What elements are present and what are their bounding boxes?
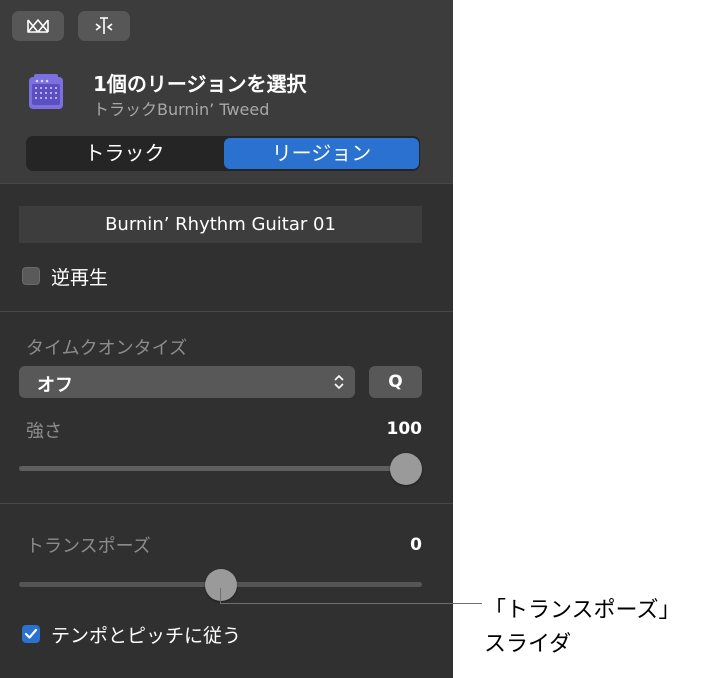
quantize-q-button[interactable]: Q: [369, 366, 422, 398]
inspector-header: 1個のリージョンを選択 トラックBurnin’ Tweed トラック リージョン: [0, 0, 453, 183]
inspector-tabs: トラック リージョン: [26, 136, 420, 171]
strength-slider[interactable]: [19, 466, 422, 471]
strength-slider-fill: [19, 466, 406, 471]
region-inspector-panel: 1個のリージョンを選択 トラックBurnin’ Tweed トラック リージョン…: [0, 0, 453, 678]
transpose-label: トランスポーズ: [26, 536, 151, 557]
strength-slider-knob[interactable]: [390, 452, 422, 485]
tab-region[interactable]: リージョン: [224, 138, 419, 169]
time-quantize-label: タイムクオンタイズ: [26, 338, 188, 359]
reverse-label: 逆再生: [51, 267, 109, 289]
reverse-checkbox[interactable]: [22, 267, 40, 285]
selection-title: 1個のリージョンを選択: [93, 72, 307, 96]
smart-tempo-button[interactable]: [78, 11, 130, 41]
checkmark-icon: [24, 628, 38, 639]
region-name-field[interactable]: Burnin’ Rhythm Guitar 01: [19, 206, 422, 243]
header-divider: [0, 183, 453, 184]
guitar-amp-icon: [29, 74, 63, 109]
tab-track[interactable]: トラック: [26, 136, 223, 171]
callout-line-1: 「トランスポーズ」: [484, 598, 681, 623]
up-down-chevron-icon: [334, 374, 344, 390]
follow-tempo-label: テンポとピッチに従う: [51, 625, 242, 647]
callout-leader-vertical: [220, 588, 221, 604]
quantize-value: オフ: [37, 375, 73, 396]
section-divider-2: [0, 503, 453, 504]
track-subtitle: トラックBurnin’ Tweed: [93, 100, 270, 119]
section-divider-1: [0, 311, 453, 312]
loop-browser-icon: [27, 19, 49, 33]
loop-browser-button[interactable]: [12, 11, 64, 41]
callout-line-2: スライダ: [484, 632, 572, 657]
quantize-popup[interactable]: オフ: [19, 366, 355, 398]
smart-tempo-icon: [95, 17, 113, 34]
follow-tempo-checkbox[interactable]: [22, 625, 40, 643]
transpose-value: 0: [410, 535, 422, 555]
callout-leader-horizontal: [220, 603, 482, 604]
strength-value: 100: [386, 419, 423, 439]
strength-label: 強さ: [26, 421, 62, 442]
